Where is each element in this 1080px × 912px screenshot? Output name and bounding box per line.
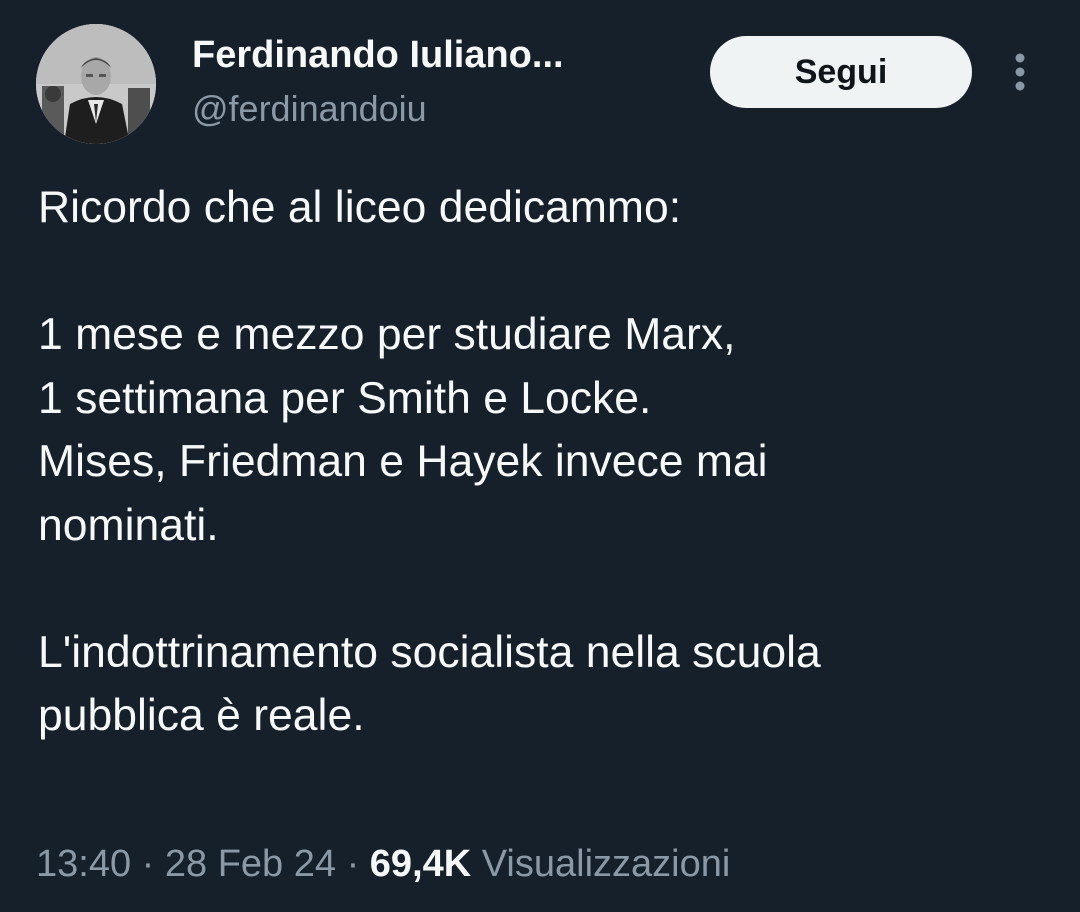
tweet-line: Ricordo che al liceo dedicammo: [38,183,682,232]
author-handle[interactable]: @ferdinandoiu [192,87,427,131]
tweet-line: 1 mese e mezzo per studiare Marx, [38,310,736,359]
tweet-meta: 13:40 · 28 Feb 24 · 69,4K Visualizzazion… [36,840,730,888]
tweet-line: 1 settimana per Smith e Locke. [38,373,652,423]
tweet-line: Mises, Friedman e Hayek invece mai [38,437,768,486]
tweet-date[interactable]: 28 Feb 24 [165,843,336,885]
follow-button[interactable]: Segui [710,36,972,108]
paragraph-break [38,557,1058,621]
follow-button-label: Segui [794,52,888,91]
more-vertical-icon [1015,53,1025,91]
meta-separator: · [131,843,165,885]
views-label[interactable]: Visualizzazioni [471,843,731,885]
tweet-text: Ricordo che al liceo dedicammo: 1 mese e… [38,176,1058,748]
avatar[interactable] [36,24,156,144]
tweet-line: pubblica è reale. [38,691,365,740]
tweet-line: nominati. [38,500,219,550]
meta-separator: · [336,843,370,885]
tweet-line: L'indottrinamento socialista nella scuol… [38,627,821,677]
paragraph-break [38,240,1058,304]
tweet-time[interactable]: 13:40 [36,843,131,885]
more-options-button[interactable] [1002,48,1038,96]
avatar-portrait-image [36,24,156,144]
tweet-card: Ferdinando Iuliano... @ferdinandoiu Segu… [0,0,1080,912]
author-name[interactable]: Ferdinando Iuliano... [192,32,564,78]
views-count[interactable]: 69,4K [370,843,471,885]
